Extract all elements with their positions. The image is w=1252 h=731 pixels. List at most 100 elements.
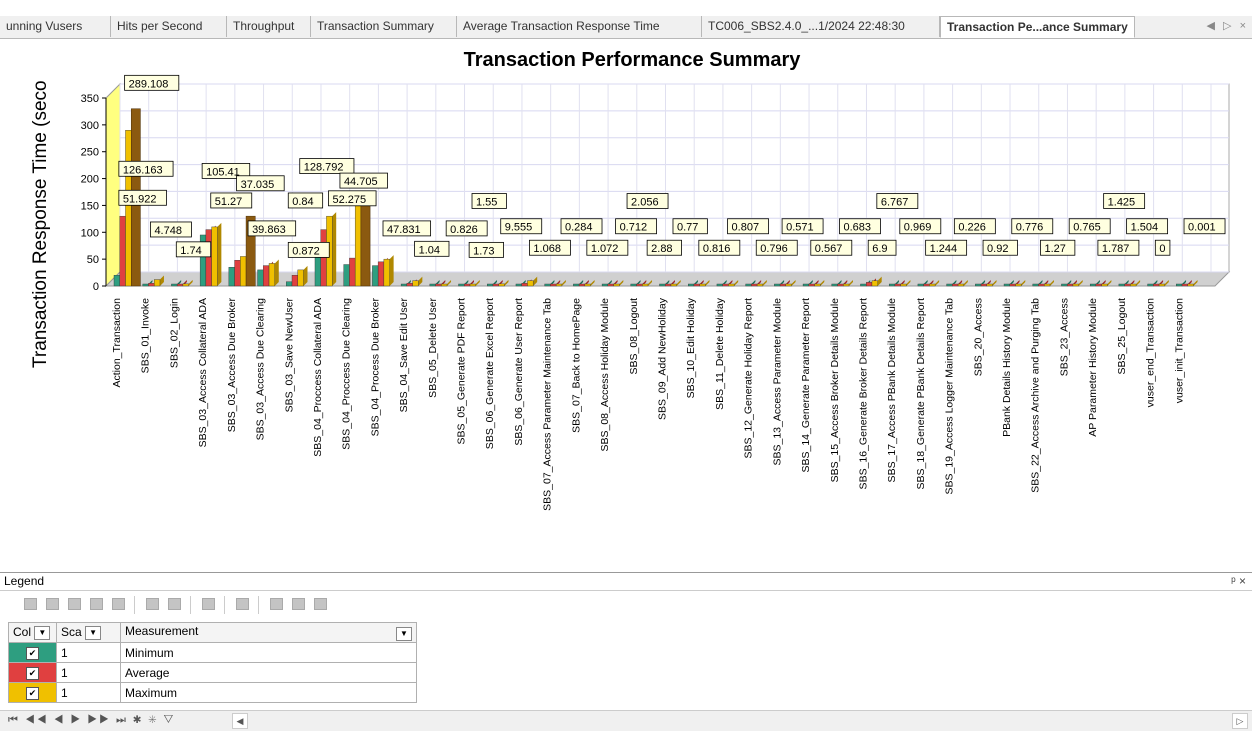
scroll-right-icon[interactable]: ▷ xyxy=(1232,713,1248,729)
bar-maximum xyxy=(211,226,218,287)
tab-1[interactable]: Hits per Second xyxy=(111,16,227,37)
legend-color-swatch[interactable]: ✔ xyxy=(8,682,57,703)
tab-3[interactable]: Transaction Summary xyxy=(311,16,457,37)
data-label: 289.108 xyxy=(129,78,169,90)
y-tick-label: 50 xyxy=(87,254,99,266)
data-label: 0.807 xyxy=(732,222,760,234)
measurement-header[interactable]: Measurement ▼ xyxy=(120,622,417,643)
toolbar-icon-9[interactable] xyxy=(236,598,249,610)
tab-scroll-right-icon[interactable]: ▷ xyxy=(1223,20,1231,32)
tab-scroll-left-icon[interactable]: ◀ xyxy=(1207,20,1215,32)
x-tick-label: SBS_17_Access PBank Details Module xyxy=(886,298,898,483)
data-label: 0.571 xyxy=(786,222,814,234)
x-tick-label: SBS_25_Logout xyxy=(1116,298,1128,375)
legend-checkbox[interactable]: ✔ xyxy=(26,667,39,680)
toolbar-icon-12[interactable] xyxy=(314,598,327,610)
toolbar-icon-3[interactable] xyxy=(68,598,81,610)
legend-row[interactable]: ✔ 1 Minimum xyxy=(8,642,417,663)
tab-0[interactable]: unning Vusers xyxy=(0,16,111,37)
tab-5[interactable]: TC006_SBS2.4.0_...1/2024 22:48:30 xyxy=(702,16,940,37)
legend-checkbox[interactable]: ✔ xyxy=(26,647,39,660)
data-label: 1.74 xyxy=(180,245,201,257)
bar-minimum xyxy=(400,283,408,287)
x-tick-label: SBS_09_Add NewHoliday xyxy=(657,297,669,420)
navigator-buttons[interactable]: ⏮ ◀◀ ◀ ▶ ▶▶ ⏭ ✱ ✳ ▽ xyxy=(8,714,175,727)
bar-maximum xyxy=(613,283,620,287)
link-icon[interactable] xyxy=(90,598,103,610)
data-label: 1.068 xyxy=(533,243,561,255)
bar-minimum xyxy=(975,283,982,287)
scale-header[interactable]: Sca ▼ xyxy=(56,622,121,643)
x-tick-label: SBS_07_Access Parameter Maintenance Tab xyxy=(542,298,554,511)
scale-dropdown-icon[interactable]: ▼ xyxy=(85,625,102,640)
bar-minimum xyxy=(888,283,896,287)
x-tick-label: vuser_end_Transaction xyxy=(1145,298,1157,408)
x-tick-label: SBS_12_Generate Holiday Report xyxy=(743,298,755,459)
legend-scale: 1 xyxy=(56,662,121,683)
bar-average xyxy=(607,283,614,287)
bar-average xyxy=(521,283,528,287)
toolbar-icon-11[interactable] xyxy=(292,598,305,610)
bar-minimum xyxy=(716,283,723,287)
toolbar-icon-7[interactable] xyxy=(168,598,181,610)
data-label: 44.705 xyxy=(344,176,378,188)
pin-icon[interactable]: ᵖ xyxy=(1231,574,1236,588)
x-tick-label: SBS_03_Access Collateral ADA xyxy=(197,298,209,447)
bar-minimum xyxy=(314,253,321,287)
toolbar-icon-6[interactable] xyxy=(146,598,159,610)
legend-close-icon[interactable]: × xyxy=(1239,574,1246,588)
legend-color-swatch[interactable]: ✔ xyxy=(8,642,57,663)
bar-average xyxy=(377,261,385,287)
bar-average xyxy=(665,283,672,287)
toolbar-icon-8[interactable] xyxy=(202,598,215,610)
col-dropdown-icon[interactable]: ▼ xyxy=(34,625,51,640)
toolbar-icon-2[interactable] xyxy=(46,598,59,610)
tab-6[interactable]: Transaction Pe...ance Summary xyxy=(940,16,1135,38)
scroll-left-icon[interactable]: ◀ xyxy=(232,713,248,729)
bar-average xyxy=(751,283,758,287)
tab-4[interactable]: Average Transaction Response Time xyxy=(457,16,702,37)
tab-2[interactable]: Throughput xyxy=(227,16,311,37)
bar-maximum xyxy=(957,283,965,287)
bar-minimum xyxy=(659,283,666,287)
x-tick-label: SBS_08_Access Holiday Module xyxy=(599,298,611,452)
col-header[interactable]: Col ▼ xyxy=(8,622,57,643)
data-label: 0.567 xyxy=(815,243,843,255)
toolbar-icon-1[interactable] xyxy=(24,598,37,610)
bar-maximum xyxy=(814,283,821,287)
y-tick-label: 200 xyxy=(81,174,99,186)
bar-minimum xyxy=(1147,283,1154,287)
legend-color-swatch[interactable]: ✔ xyxy=(8,662,57,683)
data-label: 1.27 xyxy=(1044,243,1065,255)
legend-scale: 1 xyxy=(56,682,121,703)
bar-minimum xyxy=(774,283,781,287)
x-tick-label: PBank Details History Module xyxy=(1001,298,1013,437)
legend-row[interactable]: ✔ 1 Average xyxy=(8,662,417,683)
bar-minimum xyxy=(802,283,809,287)
bar-minimum xyxy=(1089,283,1097,287)
bar-average xyxy=(464,283,471,287)
bar-maximum xyxy=(383,258,390,287)
tab-close-icon[interactable]: × xyxy=(1240,20,1246,32)
bar-minimum xyxy=(831,283,838,287)
bar-average xyxy=(320,229,327,287)
data-label: 1.072 xyxy=(591,243,619,255)
bar-maximum xyxy=(785,283,792,287)
x-tick-label: SBS_20_Access xyxy=(972,298,984,376)
legend-checkbox[interactable]: ✔ xyxy=(26,687,39,700)
bar-minimum xyxy=(630,283,637,287)
filter-icon[interactable] xyxy=(112,598,125,610)
legend-table: Col ▼ Sca ▼ Measurement ▼ ✔ 1 Minimum ✔ 1… xyxy=(8,622,417,703)
bar-stack-depth xyxy=(360,194,371,287)
bar-average xyxy=(1181,283,1188,287)
bar-side-maximum xyxy=(217,222,222,286)
toolbar-icon-10[interactable] xyxy=(270,598,283,610)
legend-scale: 1 xyxy=(56,642,121,663)
toolbar-separator xyxy=(134,596,135,614)
x-tick-label: SBS_03_Save NewUser xyxy=(283,298,295,413)
bar-minimum xyxy=(515,283,522,287)
legend-row[interactable]: ✔ 1 Maximum xyxy=(8,682,417,703)
data-label: 0.92 xyxy=(987,243,1008,255)
legend-header: Legend ᵖ × xyxy=(0,572,1252,591)
measurement-dropdown-icon[interactable]: ▼ xyxy=(396,627,412,641)
